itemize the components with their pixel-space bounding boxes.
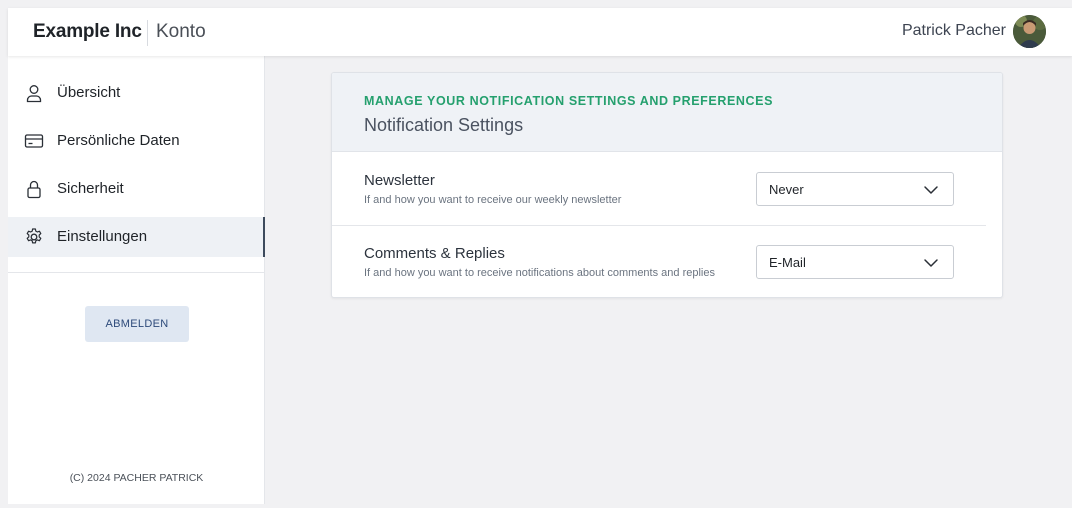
- notification-settings-card: MANAGE YOUR NOTIFICATION SETTINGS AND PR…: [331, 72, 1003, 298]
- lock-icon: [27, 180, 41, 199]
- sidebar-item-sicherheit[interactable]: Sicherheit: [8, 169, 265, 209]
- sidebar: Übersicht Persönliche Daten Sicherheit E…: [8, 56, 265, 504]
- top-bar: Example Inc Konto Patrick Pacher: [8, 8, 1072, 56]
- section-title: Konto: [156, 21, 206, 42]
- sidebar-item-einstellungen[interactable]: Einstellungen: [8, 217, 265, 257]
- sidebar-item-label: Sicherheit: [57, 180, 124, 197]
- sidebar-item-label: Einstellungen: [57, 228, 148, 245]
- credit-card-icon: [24, 134, 44, 148]
- setting-row-newsletter: Newsletter If and how you want to receiv…: [332, 153, 1002, 226]
- select-value: Never: [769, 182, 804, 197]
- sidebar-divider: [8, 272, 264, 273]
- card-eyebrow: MANAGE YOUR NOTIFICATION SETTINGS AND PR…: [364, 94, 774, 108]
- copyright-text: (C) 2024 PACHER PATRICK: [69, 472, 204, 484]
- setting-title: Comments & Replies: [364, 245, 505, 262]
- card-header: MANAGE YOUR NOTIFICATION SETTINGS AND PR…: [332, 73, 1002, 152]
- setting-description: If and how you want to receive our weekl…: [364, 194, 622, 206]
- avatar[interactable]: [1013, 15, 1046, 48]
- user-name[interactable]: Patrick Pacher: [902, 22, 1006, 40]
- setting-description: If and how you want to receive notificat…: [364, 267, 715, 279]
- app-frame: Example Inc Konto Patrick Pacher Übersic…: [8, 8, 1072, 504]
- comments-select[interactable]: E-Mail: [756, 245, 954, 279]
- setting-row-comments: Comments & Replies If and how you want t…: [332, 226, 1002, 297]
- avatar-image-icon: [1013, 15, 1046, 48]
- sidebar-item-label: Persönliche Daten: [57, 132, 180, 149]
- sidebar-item-label: Übersicht: [57, 84, 121, 101]
- chevron-down-icon: [924, 259, 938, 267]
- gear-icon: [26, 228, 42, 244]
- chevron-down-icon: [924, 186, 938, 194]
- logout-button[interactable]: ABMELDEN: [85, 306, 189, 342]
- brand-divider: [147, 20, 148, 46]
- user-icon: [26, 85, 42, 103]
- brand-name[interactable]: Example Inc: [33, 21, 142, 43]
- card-title: Notification Settings: [364, 115, 524, 135]
- select-value: E-Mail: [769, 255, 806, 270]
- sidebar-item-uebersicht[interactable]: Übersicht: [8, 73, 265, 113]
- newsletter-select[interactable]: Never: [756, 172, 954, 206]
- setting-title: Newsletter: [364, 172, 435, 189]
- sidebar-item-persoenliche-daten[interactable]: Persönliche Daten: [8, 121, 265, 161]
